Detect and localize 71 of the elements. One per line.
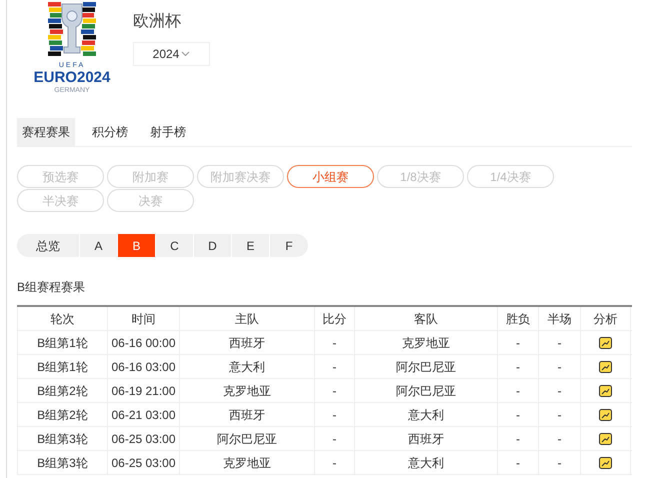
chevron-down-icon [181, 51, 190, 57]
table-cell: - [538, 355, 580, 378]
tab[interactable]: 射手榜 [145, 118, 191, 146]
group-tab[interactable]: C [156, 234, 194, 257]
table-cell: 06-25 03:00 [107, 427, 179, 450]
table-cell: B组第1轮 [17, 355, 107, 378]
table-cell: - [497, 403, 538, 426]
table-cell: - [497, 427, 538, 450]
stage-pill[interactable]: 小组赛 [287, 165, 374, 188]
table-cell: - [497, 451, 538, 474]
table-cell: 克罗地亚 [354, 331, 497, 354]
column-header: 轮次 [17, 307, 107, 330]
table-cell: B组第2轮 [17, 379, 107, 402]
chart-icon[interactable] [599, 336, 612, 348]
table-cell: 阿尔巴尼亚 [354, 379, 497, 402]
table-cell: 意大利 [179, 355, 314, 378]
table-cell: - [538, 379, 580, 402]
table-cell: - [314, 379, 354, 402]
column-header: 主队 [179, 307, 314, 330]
table-cell: - [497, 331, 538, 354]
column-header: 客队 [354, 307, 497, 330]
table-cell: - [497, 355, 538, 378]
table-cell: - [314, 451, 354, 474]
chart-icon[interactable] [599, 432, 612, 444]
table-cell: B组第2轮 [17, 403, 107, 426]
chart-icon[interactable] [599, 384, 612, 396]
section-title: B组赛程赛果 [17, 279, 86, 296]
group-tab[interactable]: D [194, 234, 232, 257]
logo-name: EURO2024 [34, 70, 110, 86]
chart-icon[interactable] [599, 456, 612, 468]
table-cell: 意大利 [354, 403, 497, 426]
season-dropdown[interactable]: 2024 [133, 42, 210, 66]
group-tab[interactable]: F [270, 234, 308, 257]
table-cell: 06-25 03:00 [107, 451, 179, 474]
table-cell: - [538, 331, 580, 354]
table-cell: - [538, 427, 580, 450]
table-cell: B组第3轮 [17, 451, 107, 474]
column-header: 比分 [314, 307, 354, 330]
table-cell: - [497, 379, 538, 402]
table-cell: 阿尔巴尼亚 [179, 427, 314, 450]
table-cell: 意大利 [354, 451, 497, 474]
table-cell: 克罗地亚 [179, 379, 314, 402]
column-header: 半场 [538, 307, 580, 330]
tab[interactable]: 积分榜 [87, 118, 133, 146]
column-header: 时间 [107, 307, 179, 330]
table-cell: 06-16 00:00 [107, 331, 179, 354]
column-header: 分析 [580, 307, 631, 330]
group-tab[interactable]: 总览 [17, 234, 80, 257]
table-cell: 西班牙 [354, 427, 497, 450]
group-tab[interactable]: E [232, 234, 270, 257]
table-cell: - [538, 403, 580, 426]
tab[interactable]: 赛程赛果 [17, 118, 75, 146]
table-cell: 西班牙 [179, 331, 314, 354]
chart-icon[interactable] [599, 360, 612, 372]
column-header: 胜负 [497, 307, 538, 330]
table-cell: 阿尔巴尼亚 [354, 355, 497, 378]
table-cell: - [314, 331, 354, 354]
table-cell: 06-19 21:00 [107, 379, 179, 402]
group-tab[interactable]: B [118, 234, 156, 257]
table-cell: B组第3轮 [17, 427, 107, 450]
table-cell: 06-21 03:00 [107, 403, 179, 426]
table-cell: 克罗地亚 [179, 451, 314, 474]
chart-icon[interactable] [599, 408, 612, 420]
table-cell: 06-16 03:00 [107, 355, 179, 378]
table-cell: - [538, 451, 580, 474]
table-cell: B组第1轮 [17, 331, 107, 354]
page-title: 欧洲杯 [133, 12, 182, 32]
table-cell: - [314, 403, 354, 426]
table-cell: - [314, 355, 354, 378]
table-cell: 西班牙 [179, 403, 314, 426]
table-cell: - [314, 427, 354, 450]
